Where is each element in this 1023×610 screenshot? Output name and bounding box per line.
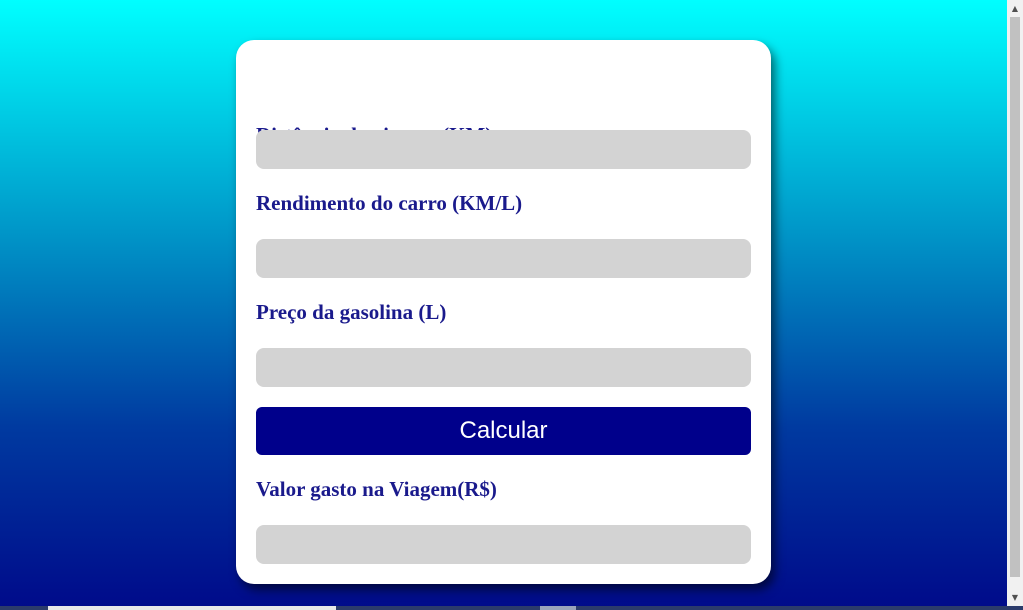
efficiency-label: Rendimento do carro (KM/L) (256, 191, 523, 215)
gas-price-label: Preço da gasolina (L) (256, 300, 447, 324)
gas-price-input[interactable] (256, 348, 751, 387)
result-output (256, 525, 751, 564)
arrow-up-icon[interactable]: ▲ (1007, 0, 1023, 17)
vertical-scrollbar[interactable]: ▲ ▼ (1007, 0, 1023, 606)
arrow-down-icon[interactable]: ▼ (1007, 589, 1023, 606)
calculate-button[interactable]: Calcular (256, 407, 751, 455)
bottom-edge-bar (0, 606, 1023, 610)
bottom-edge-segment (540, 606, 576, 610)
page-viewport: Distância da viagem (KM) Rendimento do c… (0, 0, 1007, 606)
efficiency-input[interactable] (256, 239, 751, 278)
bottom-edge-segment (48, 606, 336, 610)
fuel-calculator-card: Distância da viagem (KM) Rendimento do c… (236, 40, 771, 584)
distance-input[interactable] (256, 130, 751, 169)
result-label: Valor gasto na Viagem(R$) (256, 477, 497, 501)
scrollbar-thumb[interactable] (1010, 17, 1020, 577)
